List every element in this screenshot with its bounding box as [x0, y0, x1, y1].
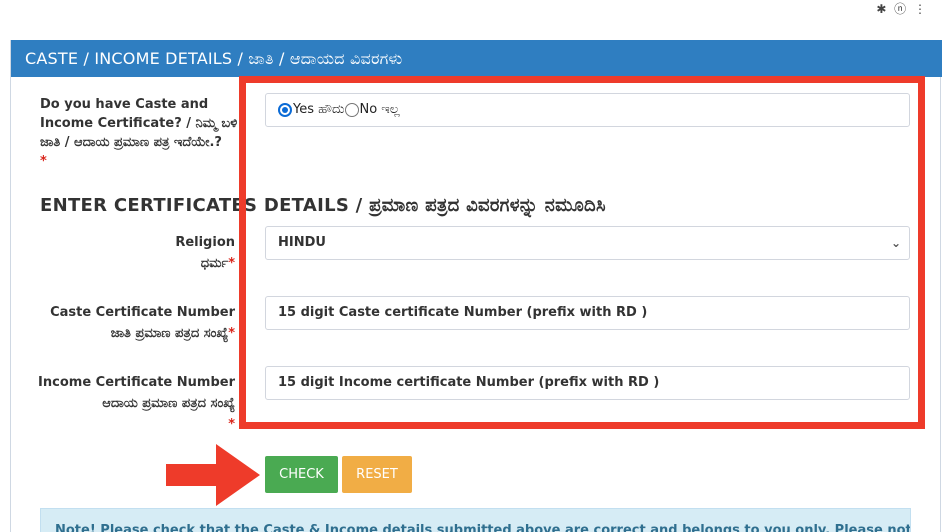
income-certificate-input[interactable]: 15 digit Income certificate Number (pref… — [265, 366, 910, 400]
certificate-radio-group: Yes ಹೌದು No ಇಲ್ಲ — [265, 93, 910, 127]
question-text: Do you have Caste and Income Certificate… — [40, 97, 238, 150]
caste-certificate-label: Caste Certificate Number ಜಾತಿ ಪ್ರಮಾಣ ಪತ್… — [35, 302, 235, 344]
caste-label-kn: ಜಾತಿ ಪ್ರಮಾಣ ಪತ್ರದ ಸಂಖ್ಯೆ — [110, 326, 229, 341]
required-mark: * — [228, 326, 235, 341]
required-mark: * — [40, 154, 47, 169]
note-alert: Note! Please check that the Caste & Inco… — [40, 508, 911, 532]
status-bar-icons: ✱ ⓝ ⋮ — [876, 2, 928, 16]
religion-label: Religion ಧರ್ಮ* — [35, 232, 235, 274]
income-label-kn: ಆದಾಯ ಪ್ರಮಾಣ ಪತ್ರದ ಸಂಖ್ಯೆ — [102, 396, 235, 411]
income-certificate-placeholder: 15 digit Income certificate Number (pref… — [278, 375, 660, 390]
check-button[interactable]: CHECK — [265, 456, 338, 493]
religion-selected-value: HINDU — [278, 235, 326, 250]
yes-radio-label[interactable]: Yes ಹೌದು — [293, 102, 345, 117]
required-mark: * — [228, 256, 235, 271]
certificate-question-label: Do you have Caste and Income Certificate… — [40, 95, 240, 171]
caste-certificate-input[interactable]: 15 digit Caste certificate Number (prefi… — [265, 296, 910, 330]
caste-label-en: Caste Certificate Number — [50, 305, 235, 320]
yes-radio[interactable] — [278, 103, 292, 117]
religion-select[interactable]: HINDU ⌄ — [265, 226, 910, 260]
panel-header: CASTE / INCOME DETAILS / ಜಾತಿ / ಆದಾಯದ ವಿ… — [11, 40, 942, 77]
religion-label-en: Religion — [175, 235, 235, 250]
note-text: Note! Please check that the Caste & Inco… — [55, 523, 911, 532]
chevron-down-icon: ⌄ — [890, 236, 901, 250]
section-title: ENTER CERTIFICATES DETAILS / ಪ್ರಮಾಣ ಪತ್ರ… — [40, 195, 606, 216]
arrow-right-icon — [166, 444, 260, 506]
no-radio-label[interactable]: No ಇಲ್ಲ — [360, 102, 400, 117]
caste-certificate-placeholder: 15 digit Caste certificate Number (prefi… — [278, 305, 648, 320]
no-radio[interactable] — [344, 103, 359, 117]
religion-label-kn: ಧರ್ಮ — [200, 256, 229, 271]
required-mark: * — [228, 417, 235, 432]
income-certificate-label: Income Certificate Number ಆದಾಯ ಪ್ರಮಾಣ ಪತ… — [35, 372, 235, 435]
income-label-en: Income Certificate Number — [38, 375, 235, 390]
reset-button[interactable]: RESET — [342, 456, 412, 493]
